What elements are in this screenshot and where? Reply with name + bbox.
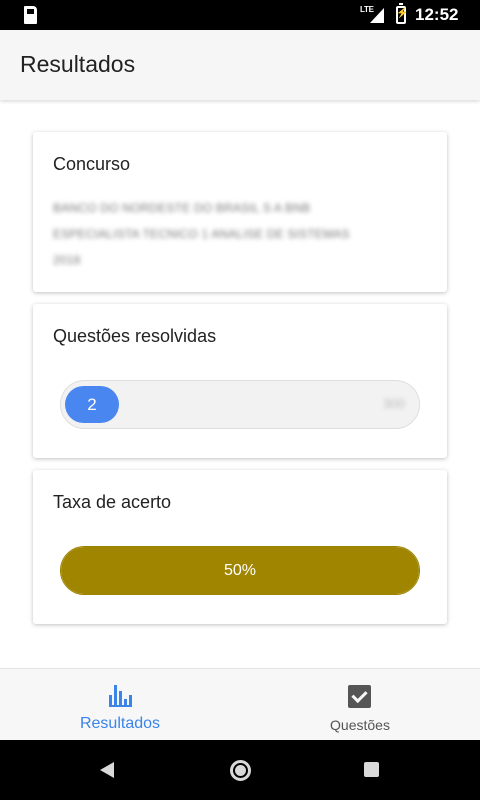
- questoes-total-count: 300: [383, 396, 405, 411]
- status-time: 12:52: [415, 5, 459, 24]
- questoes-card-title: Questões resolvidas: [53, 326, 217, 346]
- bottom-navigation: Resultados Questões: [0, 668, 480, 740]
- taxa-progress-bar: 50%: [60, 546, 420, 595]
- recents-icon[interactable]: [364, 762, 379, 777]
- status-bar: LTE 12:52: [0, 0, 480, 30]
- signal-icon: [370, 8, 384, 23]
- check-box-icon: [348, 685, 371, 708]
- nav-item-resultados[interactable]: Resultados: [0, 669, 240, 741]
- sd-card-icon: [24, 6, 37, 24]
- nav-item-questoes[interactable]: Questões: [240, 669, 480, 741]
- questoes-resolved-count: 2: [65, 386, 119, 423]
- back-icon[interactable]: [100, 762, 114, 778]
- questoes-progress-track: 2 300: [60, 380, 420, 429]
- page-title: Resultados: [20, 51, 136, 77]
- concurso-card: Concurso BANCO DO NORDESTE DO BRASIL S A…: [33, 132, 447, 292]
- battery-charging-icon: [396, 3, 408, 24]
- nav-label-questoes: Questões: [330, 717, 390, 733]
- taxa-de-acerto-card: Taxa de acerto 50%: [33, 470, 447, 624]
- taxa-value-label: 50%: [223, 562, 257, 579]
- system-navigation-bar: [0, 740, 480, 800]
- bar-chart-icon: [109, 683, 133, 707]
- questoes-resolvidas-card: Questões resolvidas 2 300: [33, 304, 447, 458]
- app-bar: Resultados: [0, 30, 480, 100]
- concurso-name: BANCO DO NORDESTE DO BRASIL S A BNB ESPE…: [53, 201, 350, 267]
- nav-label-resultados: Resultados: [79, 715, 161, 732]
- home-icon[interactable]: [230, 760, 251, 781]
- taxa-card-title: Taxa de acerto: [53, 492, 172, 512]
- concurso-card-title: Concurso: [53, 154, 131, 174]
